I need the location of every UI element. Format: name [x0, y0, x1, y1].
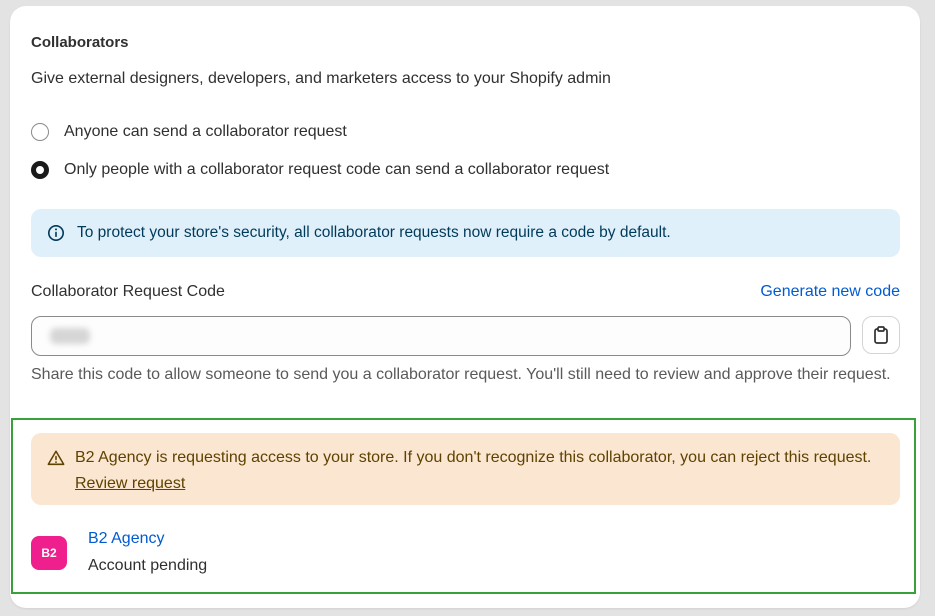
section-description: Give external designers, developers, and…	[31, 70, 611, 87]
warning-message: B2 Agency is requesting access to your s…	[75, 445, 884, 505]
info-banner-text: To protect your store's security, all co…	[77, 224, 671, 241]
radio-label-anyone: Anyone can send a collaborator request	[64, 123, 347, 140]
warning-text: B2 Agency is requesting access to your s…	[75, 449, 872, 466]
request-code-help-text: Share this code to allow someone to send…	[31, 366, 891, 383]
alert-triangle-icon	[47, 450, 65, 466]
radio-option-code-only[interactable]: Only people with a collaborator request …	[31, 161, 609, 179]
request-code-label: Collaborator Request Code	[31, 283, 225, 300]
review-request-link[interactable]: Review request	[75, 475, 185, 492]
section-title: Collaborators	[31, 34, 129, 51]
copy-code-button[interactable]	[862, 316, 900, 354]
collaborator-status: Account pending	[88, 557, 208, 574]
radio-label-code-only: Only people with a collaborator request …	[64, 161, 610, 178]
radio-button-unselected[interactable]	[31, 123, 49, 141]
avatar: B2	[31, 536, 67, 570]
radio-option-anyone[interactable]: Anyone can send a collaborator request	[31, 123, 347, 141]
collaborator-name-link[interactable]: B2 Agency	[88, 530, 165, 548]
generate-new-code-link[interactable]: Generate new code	[760, 283, 900, 301]
clipboard-icon	[874, 326, 888, 344]
info-banner: To protect your store's security, all co…	[31, 209, 900, 257]
warning-banner: B2 Agency is requesting access to your s…	[31, 433, 900, 505]
info-circle-icon	[47, 224, 65, 242]
radio-button-selected[interactable]	[31, 161, 49, 179]
redacted-code	[50, 328, 90, 344]
collaborators-card: Collaborators Give external designers, d…	[10, 6, 920, 608]
request-code-field[interactable]	[31, 316, 851, 356]
